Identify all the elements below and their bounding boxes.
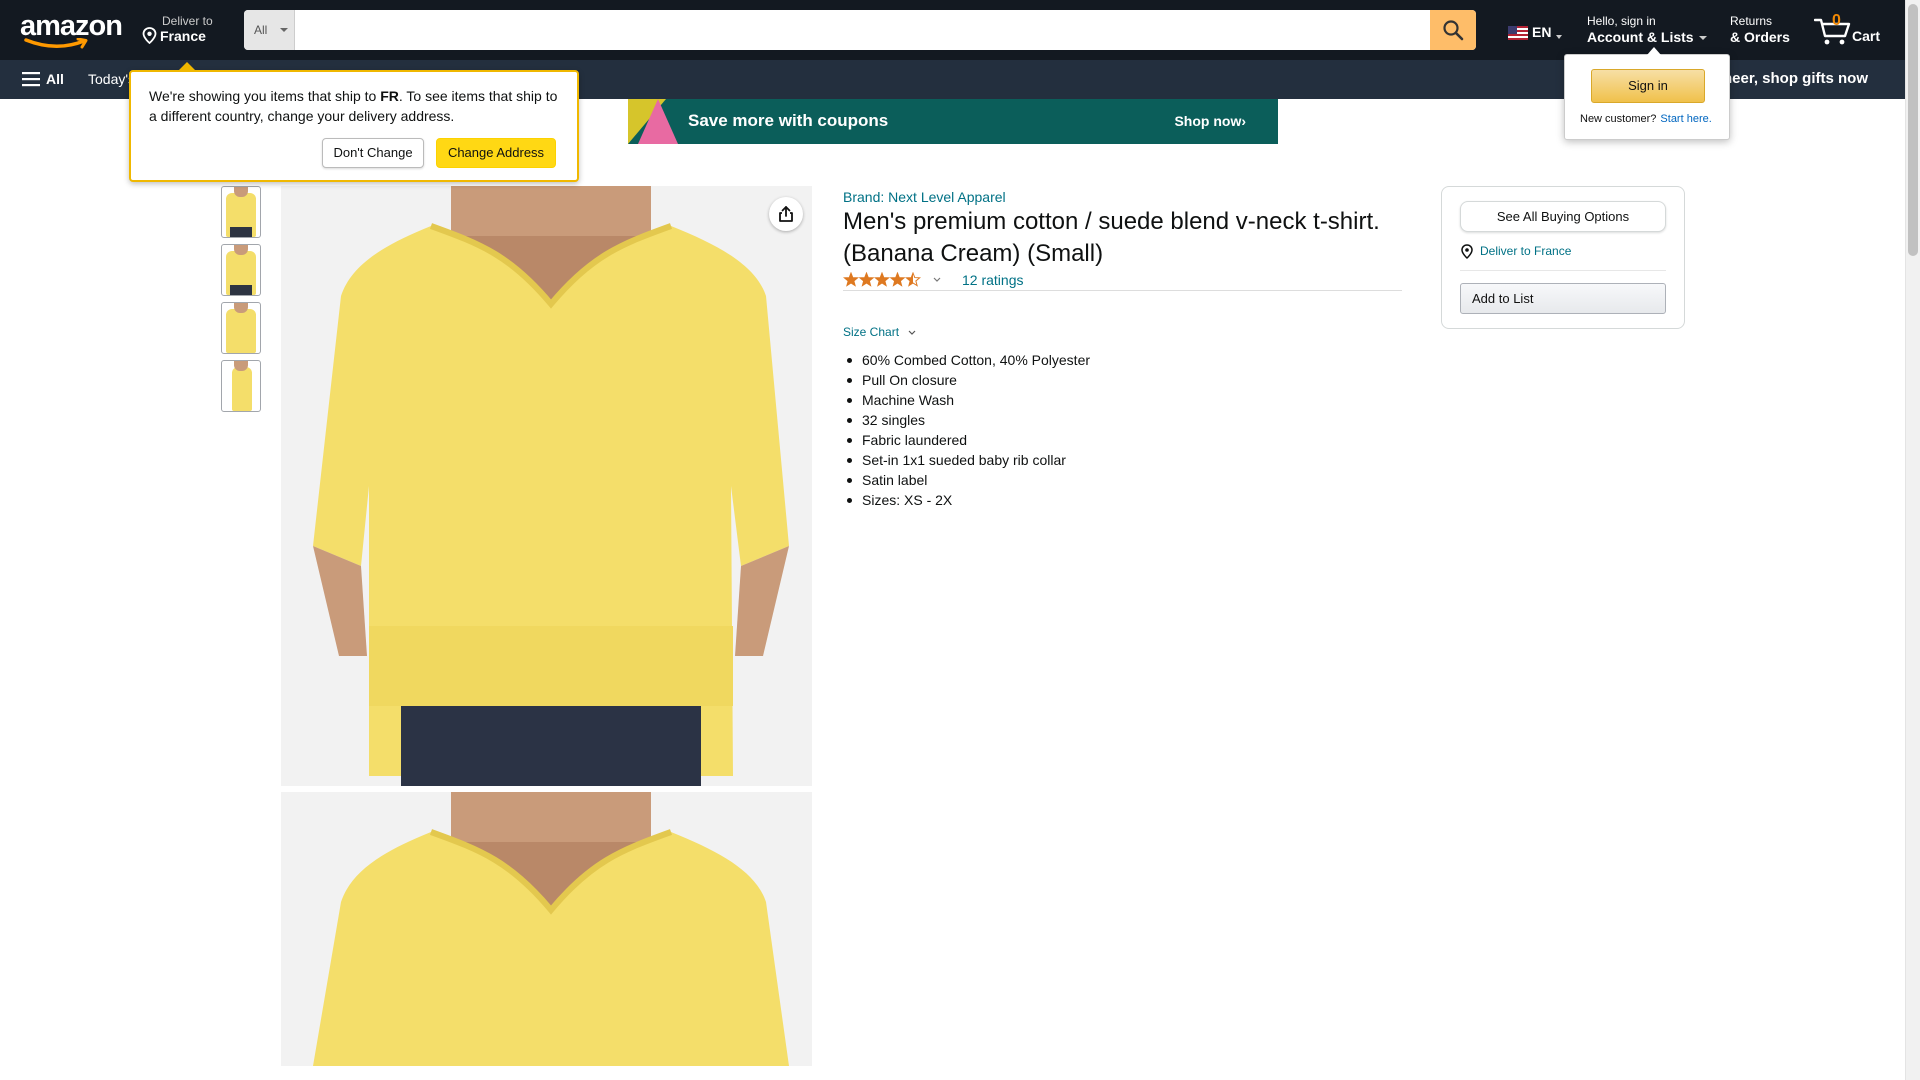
location-pin-icon — [1461, 244, 1473, 259]
feature-bullet: Satin label — [843, 470, 1383, 490]
cart-label: Cart — [1852, 28, 1881, 44]
search-category-label: All — [254, 23, 268, 37]
logo-smile-icon — [24, 38, 88, 49]
secondary-product-image[interactable] — [281, 792, 812, 1066]
search-input[interactable] — [295, 10, 1425, 50]
language-label: EN — [1532, 24, 1552, 40]
orders-label: & Orders — [1730, 29, 1790, 45]
divider — [843, 290, 1402, 291]
thumbnail-image[interactable] — [221, 302, 261, 354]
feature-bullet: Fabric laundered — [843, 430, 1383, 450]
nav-link-todays-deals[interactable]: Today's — [88, 71, 135, 87]
star-icon — [889, 272, 906, 287]
deliver-country: France — [160, 28, 206, 44]
feature-bullet: Set-in 1x1 sueded baby rib collar — [843, 450, 1383, 470]
feature-bullet: Pull On closure — [843, 370, 1383, 390]
search-icon — [1443, 20, 1464, 41]
returns-and-orders[interactable]: Returns & Orders — [1730, 14, 1790, 45]
start-here-link[interactable]: Start here. — [1660, 113, 1711, 125]
star-icon — [874, 272, 890, 287]
size-chart-link[interactable]: Size Chart — [843, 325, 916, 339]
page-scrollbar[interactable] — [1905, 0, 1920, 1080]
new-customer-label: New customer? — [1580, 113, 1657, 125]
new-customer-text: New customer? Start here. — [1580, 113, 1712, 125]
star-icon — [858, 272, 875, 287]
star-icon — [905, 272, 921, 287]
us-flag-icon — [1508, 26, 1528, 40]
returns-label: Returns — [1730, 14, 1773, 28]
delivery-popover-message: We're showing you items that ship to FR.… — [149, 86, 563, 126]
thumbnail-image[interactable] — [221, 186, 261, 238]
top-nav-bar: amazon Deliver to France All EN Hello, s… — [0, 0, 1905, 60]
main-product-image[interactable] — [281, 186, 812, 786]
amazon-logo[interactable]: amazon — [20, 10, 123, 49]
see-all-buying-options-button[interactable]: See All Buying Options — [1460, 201, 1666, 232]
account-lists-text: Account & Lists — [1587, 29, 1694, 45]
account-and-lists[interactable]: Hello, sign in Account & Lists — [1587, 14, 1707, 45]
search-button[interactable] — [1430, 10, 1476, 50]
account-lists-label: Account & Lists — [1587, 29, 1707, 45]
star-icon — [843, 272, 859, 287]
scrollbar-thumb[interactable] — [1908, 4, 1918, 256]
deliver-to-label: Deliver to — [162, 14, 213, 28]
thumbnail-model — [234, 303, 248, 313]
product-page: amazon Deliver to France All EN Hello, s… — [0, 0, 1920, 1080]
popover-text: We're showing you items that ship to — [149, 88, 381, 104]
share-icon — [779, 206, 793, 222]
star-rating[interactable] — [843, 272, 941, 288]
search-category-select[interactable]: All — [244, 10, 295, 50]
feature-bullet-list: 60% Combed Cotton, 40% Polyester Pull On… — [843, 350, 1383, 510]
hamburger-menu-icon — [22, 72, 40, 87]
product-title: Men's premium cotton / suede blend v-nec… — [843, 208, 1380, 267]
popover-country-code: FR — [380, 88, 399, 104]
feature-bullet: 32 singles — [843, 410, 1383, 430]
delivery-address-popover: We're showing you items that ship to FR.… — [129, 62, 579, 182]
cart-button[interactable]: 0 Cart — [1812, 10, 1886, 50]
brand-link[interactable]: Brand: Next Level Apparel — [843, 189, 1006, 205]
thumbnail-image[interactable] — [221, 360, 261, 412]
feature-bullet: 60% Combed Cotton, 40% Polyester — [843, 350, 1383, 370]
banner-shop-now-link[interactable]: Shop now› — [1174, 113, 1246, 129]
chevron-down-icon — [908, 330, 916, 335]
popover-arrow — [1647, 47, 1661, 55]
size-chart-label: Size Chart — [843, 325, 900, 339]
change-address-button[interactable]: Change Address — [436, 138, 556, 168]
thumbnail-shirt — [226, 309, 256, 353]
feature-bullet: Machine Wash — [843, 390, 1383, 410]
chevron-down-icon — [280, 28, 288, 32]
ratings-count-link[interactable]: 12 ratings — [962, 272, 1023, 288]
divider — [1460, 270, 1666, 271]
share-button[interactable] — [769, 197, 803, 231]
popover-arrow — [178, 62, 196, 71]
deliver-to-label: Deliver to France — [1480, 244, 1572, 258]
banner-text: Save more with coupons — [688, 111, 889, 130]
cart-count: 0 — [1832, 12, 1841, 29]
thumbnail-model — [234, 245, 248, 255]
tshirt-photo — [281, 186, 812, 786]
thumbnail-shirt — [232, 367, 252, 411]
signin-flyout: Sign in New customer? Start here. — [1564, 47, 1730, 140]
coupon-banner[interactable]: Save more with coupons Shop now› — [628, 99, 1278, 144]
dont-change-button[interactable]: Don't Change — [322, 138, 424, 168]
buy-box: See All Buying Options Deliver to France… — [1441, 186, 1685, 329]
thumbnail-pants — [230, 227, 252, 237]
all-menu-label: All — [46, 71, 64, 87]
thumbnail-model — [234, 361, 248, 371]
add-to-list-button[interactable]: Add to List — [1460, 283, 1666, 314]
thumbnail-pants — [230, 285, 252, 295]
search-bar: All — [244, 10, 1476, 50]
feature-bullet: Sizes: XS - 2X — [843, 490, 1383, 510]
chevron-down-icon — [933, 277, 941, 282]
logo-wordmark: amazon — [20, 10, 123, 42]
star-rating-icon — [843, 272, 921, 287]
account-greeting: Hello, sign in — [1587, 14, 1656, 28]
chevron-down-icon — [1698, 36, 1707, 41]
thumbnail-model — [234, 187, 248, 197]
banner-decoration — [638, 99, 678, 144]
location-pin-icon — [142, 27, 157, 44]
chevron-down-icon — [1556, 35, 1562, 39]
thumbnail-image[interactable] — [221, 244, 261, 296]
tshirt-photo — [281, 792, 812, 1066]
sign-in-button[interactable]: Sign in — [1591, 69, 1705, 103]
